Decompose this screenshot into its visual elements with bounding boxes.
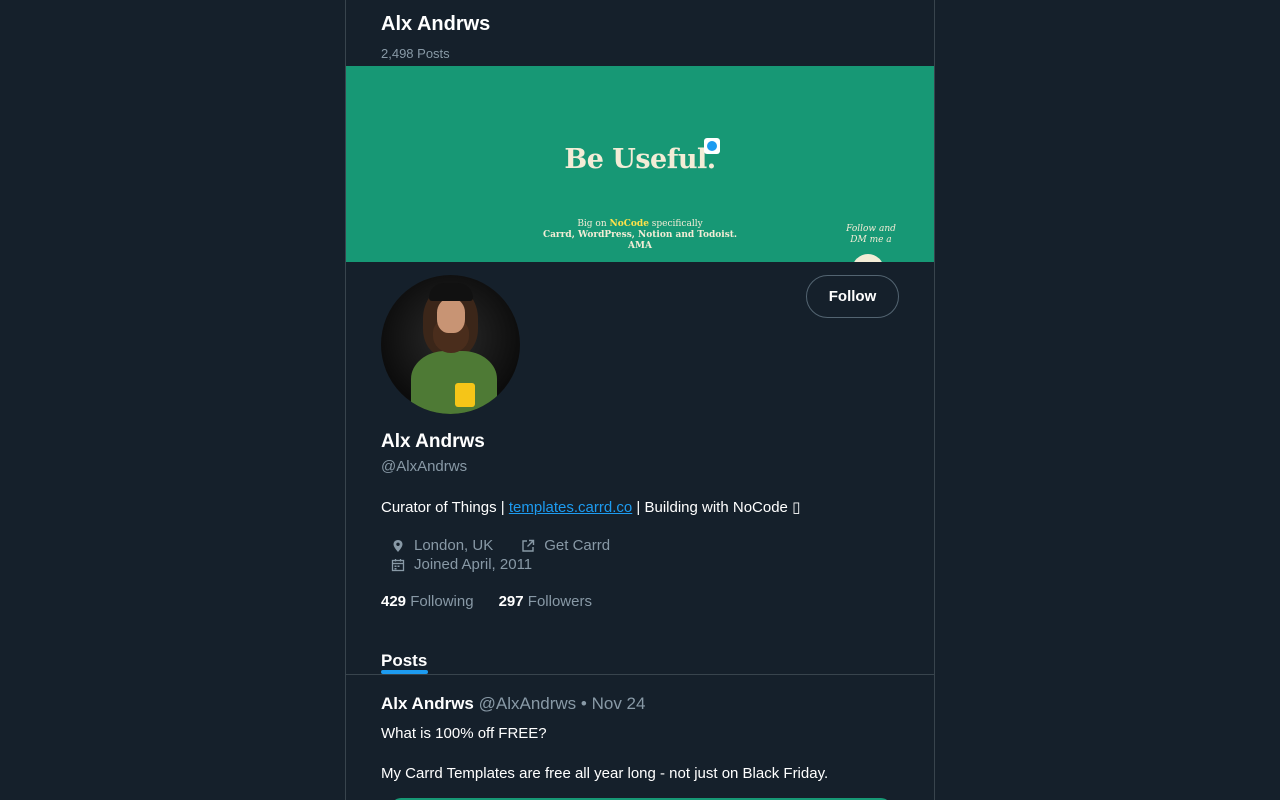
location-text: London, UK bbox=[414, 537, 494, 554]
joined-text: Joined April, 2011 bbox=[414, 556, 533, 573]
following-stat[interactable]: 429 Following bbox=[381, 593, 474, 610]
following-count: 429 bbox=[381, 593, 407, 610]
post-text-line1: What is 100% off FREE? bbox=[381, 725, 547, 742]
followers-stat[interactable]: 297 Followers bbox=[499, 593, 592, 610]
banner-line1-highlight: NoCode bbox=[609, 219, 649, 229]
map-pin-icon bbox=[393, 539, 403, 552]
profile-stats: 429 Following 297 Followers bbox=[381, 593, 617, 610]
avatar-body bbox=[411, 351, 497, 414]
location-item: London, UK bbox=[391, 537, 493, 554]
bio-text-post: | Building with NoCode ▯ bbox=[632, 499, 801, 516]
banner-circle bbox=[852, 254, 884, 262]
post-meta: @AlxAndrws • Nov 24 bbox=[478, 694, 646, 713]
post-author-name[interactable]: Alx Andrws bbox=[381, 694, 474, 713]
banner-follow-note: Follow and DM me a bbox=[836, 224, 906, 246]
profile-banner[interactable]: Be Useful. Big on NoCode specifically Ca… bbox=[346, 66, 934, 262]
profile-joined-row: Joined April, 2011 bbox=[391, 556, 560, 573]
tabs-divider bbox=[346, 674, 934, 675]
profile-name: Alx Andrws bbox=[381, 431, 485, 452]
external-link-icon bbox=[522, 539, 535, 552]
profile-column: Alx Andrws 2,498 Posts Be Useful. Big on… bbox=[345, 0, 935, 800]
top-header: Alx Andrws 2,498 Posts bbox=[381, 12, 490, 61]
followers-count: 297 bbox=[498, 593, 524, 610]
tab-posts[interactable]: Posts bbox=[381, 651, 427, 671]
banner-line3: AMA bbox=[628, 241, 652, 251]
header-name: Alx Andrws bbox=[381, 13, 491, 35]
post-text-line2: My Carrd Templates are free all year lon… bbox=[381, 765, 829, 782]
profile-meta-row: London, UK Get Carrd bbox=[391, 537, 638, 554]
avatar-face bbox=[437, 299, 465, 333]
website-item[interactable]: Get Carrd bbox=[521, 537, 610, 554]
post-header: Alx Andrws @AlxAndrws • Nov 24 bbox=[381, 694, 901, 714]
bio-text-pre: Curator of Things | bbox=[381, 499, 509, 516]
avatar-cap bbox=[429, 283, 473, 301]
profile-bio: Curator of Things | templates.carrd.co |… bbox=[381, 498, 800, 516]
banner-line1-pre: Big on bbox=[577, 219, 610, 229]
follow-button[interactable]: Follow bbox=[806, 275, 899, 318]
verified-badge-icon bbox=[704, 138, 720, 154]
following-label: Following bbox=[410, 593, 474, 610]
profile-handle: @AlxAndrws bbox=[381, 458, 468, 475]
avatar[interactable] bbox=[381, 275, 520, 414]
followers-label: Followers bbox=[527, 593, 592, 610]
calendar-icon bbox=[391, 558, 405, 571]
banner-follow-note-2: DM me a bbox=[850, 235, 892, 245]
header-post-count: 2,498 Posts bbox=[381, 46, 450, 61]
joined-item: Joined April, 2011 bbox=[391, 556, 532, 573]
banner-follow-note-1: Follow and bbox=[846, 224, 896, 234]
banner-line1-post: specifically bbox=[648, 219, 703, 229]
website-text[interactable]: Get Carrd bbox=[544, 537, 610, 554]
banner-headline: Be Useful. bbox=[564, 144, 716, 175]
banner-line2: Carrd, WordPress, Notion and Todoist. bbox=[542, 230, 738, 240]
bio-link[interactable]: templates.carrd.co bbox=[509, 499, 632, 516]
post-item[interactable]: Alx Andrws @AlxAndrws • Nov 24 What is 1… bbox=[381, 694, 901, 800]
avatar-mug bbox=[455, 383, 475, 407]
